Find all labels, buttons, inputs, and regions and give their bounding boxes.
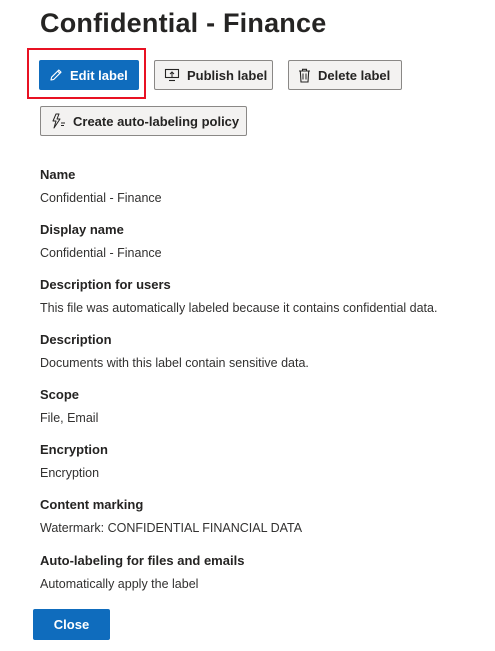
field-label: Encryption: [40, 442, 108, 457]
pencil-icon: [50, 69, 62, 81]
auto-label-text: Create auto-labeling policy: [73, 113, 240, 129]
field-label: Scope: [40, 387, 80, 402]
field-label: Content marking: [40, 497, 144, 512]
publish-label-button[interactable]: Publish label: [154, 60, 273, 90]
field-value: Automatically apply the label: [40, 577, 199, 591]
field-auto-labeling: Auto-labeling for files and emails Autom…: [40, 553, 244, 592]
field-value: Watermark: CONFIDENTIAL FINANCIAL DATA: [40, 521, 303, 535]
field-description-for-users: Description for users This file was auto…: [40, 277, 437, 316]
field-content-marking: Content marking Watermark: CONFIDENTIAL …: [40, 497, 302, 536]
field-value: Confidential - Finance: [40, 246, 162, 260]
field-value: This file was automatically labeled beca…: [40, 301, 438, 315]
edit-label-button[interactable]: Edit label: [39, 60, 139, 90]
field-label: Name: [40, 167, 76, 182]
publish-icon: [164, 68, 180, 82]
field-scope: Scope File, Email: [40, 387, 98, 426]
field-label: Description: [40, 332, 112, 347]
page-title: Confidential - Finance: [40, 8, 327, 38]
create-auto-labeling-policy-button[interactable]: Create auto-labeling policy: [40, 106, 247, 136]
field-description: Description Documents with this label co…: [40, 332, 309, 371]
publish-label-text: Publish label: [187, 67, 268, 83]
field-name: Name Confidential - Finance: [40, 167, 162, 206]
field-value: Encryption: [40, 466, 100, 480]
edit-label-text: Edit label: [70, 67, 128, 83]
trash-icon: [299, 68, 310, 83]
delete-label-button[interactable]: Delete label: [288, 60, 402, 90]
close-button[interactable]: Close: [33, 609, 110, 640]
field-value: Confidential - Finance: [40, 191, 162, 205]
delete-label-text: Delete label: [318, 67, 391, 83]
field-label: Auto-labeling for files and emails: [40, 553, 245, 568]
field-value: File, Email: [40, 411, 99, 425]
field-encryption: Encryption Encryption: [40, 442, 108, 481]
field-value: Documents with this label contain sensit…: [40, 356, 309, 370]
auto-labeling-icon: [52, 113, 65, 129]
field-label: Display name: [40, 222, 124, 237]
field-display-name: Display name Confidential - Finance: [40, 222, 162, 261]
field-label: Description for users: [40, 277, 171, 292]
